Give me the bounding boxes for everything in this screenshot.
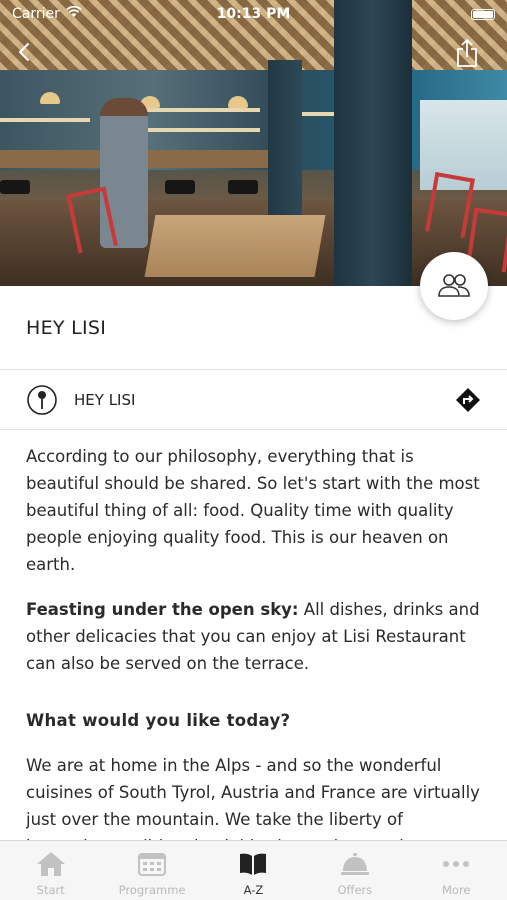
section-heading: What would you like today?: [26, 711, 291, 730]
service-bell-icon: [339, 849, 371, 879]
hero-shelf: [130, 128, 260, 132]
group-button[interactable]: [420, 252, 488, 320]
description-content: According to our philosophy, everything …: [26, 443, 486, 840]
tab-label: More: [441, 883, 471, 897]
location-pin-icon: [26, 384, 58, 416]
house-icon: [35, 849, 67, 879]
status-bar: Carrier 10:13 PM: [0, 0, 507, 28]
hero-image: [0, 0, 507, 286]
share-icon: [457, 38, 477, 67]
book-icon: [238, 849, 268, 879]
calendar-icon: [137, 849, 167, 879]
chevron-left-icon: [19, 43, 29, 61]
hero-table: [144, 215, 326, 277]
tab-label: Programme: [118, 883, 186, 897]
more-dots-icon: [441, 849, 471, 879]
tab-more[interactable]: More: [406, 841, 507, 900]
tab-start[interactable]: Start: [0, 841, 101, 900]
hero-stool: [228, 180, 258, 194]
directions-icon[interactable]: [455, 387, 481, 413]
hero-pillar: [268, 60, 302, 230]
status-time: 10:13 PM: [216, 6, 291, 22]
tab-offers[interactable]: Offers: [304, 841, 405, 900]
tab-bar: Start Programme A-Z Offers More: [0, 840, 507, 900]
hero-stool: [0, 180, 30, 194]
tab-label: Start: [36, 883, 65, 897]
intro-paragraph: According to our philosophy, everything …: [26, 447, 480, 574]
hero-pillar: [334, 0, 412, 286]
page-title: HEY LISI: [26, 316, 107, 339]
share-button[interactable]: [452, 36, 482, 70]
people-icon: [438, 274, 470, 297]
hero-stool: [165, 180, 195, 194]
tab-a-z[interactable]: A-Z: [203, 841, 304, 900]
tab-label: A-Z: [243, 883, 264, 897]
back-button[interactable]: [10, 38, 38, 66]
tab-programme[interactable]: Programme: [102, 841, 203, 900]
location-row[interactable]: HEY LISI: [0, 370, 507, 430]
battery-icon: [471, 8, 495, 20]
location-name: HEY LISI: [74, 390, 136, 409]
tab-label: Offers: [337, 883, 373, 897]
feasting-label: Feasting under the open sky:: [26, 600, 299, 619]
feasting-paragraph: Feasting under the open sky: All dishes,…: [26, 596, 486, 677]
hero-shelf: [130, 108, 260, 112]
alps-paragraph: We are at home in the Alps - and so the …: [26, 756, 480, 840]
hero-shelf: [0, 118, 90, 122]
